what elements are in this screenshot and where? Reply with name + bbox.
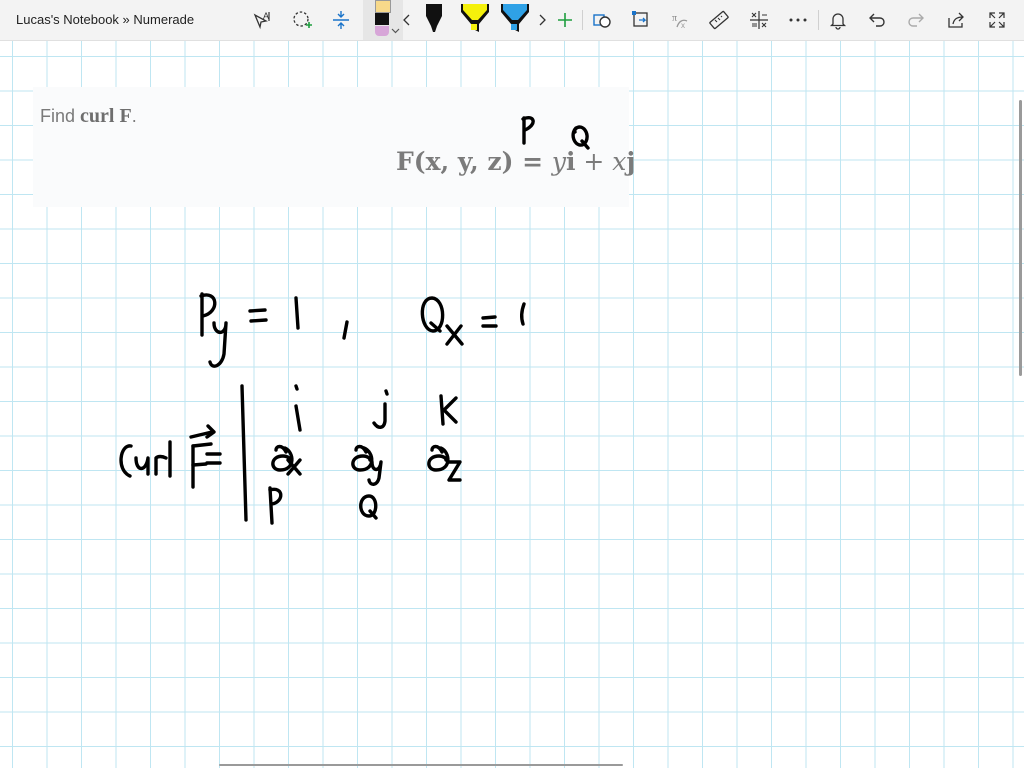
toolbar-divider <box>818 10 819 30</box>
svg-text:A: A <box>263 11 269 21</box>
pen-tip-swatch <box>375 0 391 13</box>
notebook-canvas[interactable]: Find curl F. F(x, y, z) = yi + xj <box>0 41 1024 768</box>
ink-label-p <box>521 116 535 145</box>
horizontal-scrollbar[interactable] <box>219 764 623 766</box>
toolbar-divider <box>582 10 583 30</box>
shapes-icon[interactable] <box>588 6 616 34</box>
ink-to-math-icon[interactable]: πx <box>666 6 694 34</box>
ink-line-1 <box>199 292 526 368</box>
share-icon[interactable] <box>942 6 970 34</box>
svg-text:x: x <box>681 21 685 30</box>
handwriting-ink <box>119 116 590 525</box>
more-options-icon[interactable] <box>784 6 812 34</box>
lasso-icon[interactable] <box>288 6 316 34</box>
fullscreen-icon[interactable] <box>983 6 1011 34</box>
add-space-icon[interactable] <box>327 6 355 34</box>
window-title: Lucas's Notebook » Numerade <box>16 12 195 27</box>
pen-body-swatch <box>375 26 389 36</box>
pen-color-picker[interactable] <box>363 0 403 40</box>
bell-icon[interactable] <box>824 6 852 34</box>
toolbar: Lucas's Notebook » Numerade A π x <box>0 0 1024 41</box>
svg-text:π: π <box>672 13 677 24</box>
chevron-right-icon[interactable] <box>534 6 550 34</box>
yellow-highlighter-icon[interactable] <box>458 4 492 34</box>
black-swatch <box>375 13 389 25</box>
redo-icon[interactable] <box>902 6 930 34</box>
ink-line-2 <box>119 384 462 525</box>
ink-to-shape-icon[interactable] <box>627 6 655 34</box>
add-pen-icon[interactable] <box>551 6 579 34</box>
ruler-icon[interactable] <box>705 6 733 34</box>
chevron-left-icon[interactable] <box>398 6 416 34</box>
blue-highlighter-icon[interactable] <box>498 4 532 34</box>
text-select-icon[interactable]: A <box>248 6 276 34</box>
black-pen-icon[interactable] <box>420 4 448 34</box>
math-icon[interactable] <box>745 6 773 34</box>
vertical-scrollbar[interactable] <box>1019 100 1022 376</box>
ink-label-q <box>571 125 590 150</box>
undo-icon[interactable] <box>863 6 891 34</box>
